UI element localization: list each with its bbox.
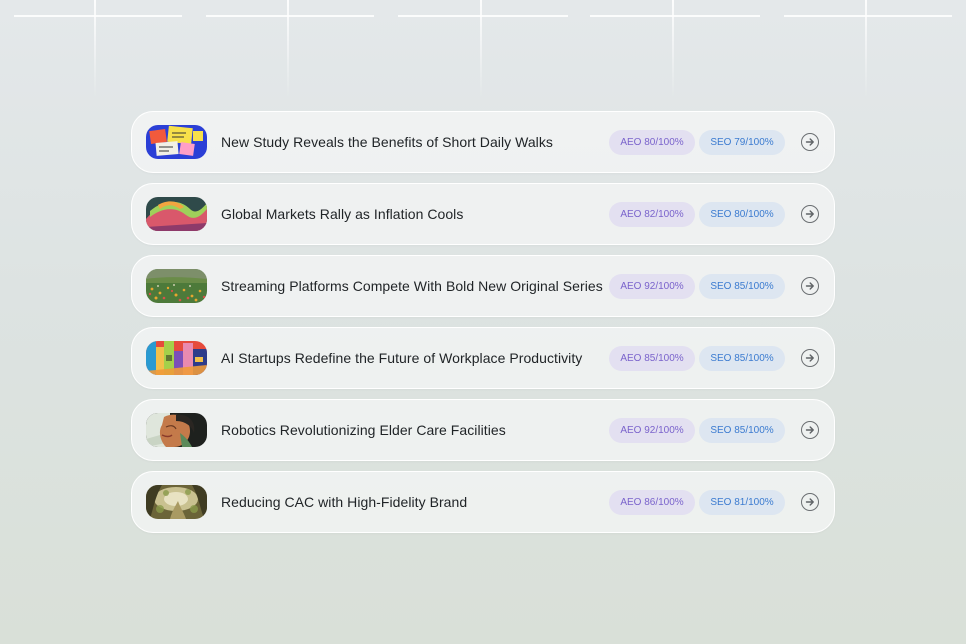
seo-score-badge: SEO 85/100% <box>699 273 785 299</box>
grid-divider <box>480 0 482 98</box>
arrow-right-icon[interactable] <box>801 421 819 439</box>
article-row[interactable]: AI Startups Redefine the Future of Workp… <box>131 327 835 389</box>
sticky-notes-thumbnail <box>146 125 207 159</box>
colorful-ribbon-thumbnail <box>146 197 207 231</box>
aeo-score-badge: AEO 86/100% <box>609 489 695 515</box>
grid-divider <box>672 0 674 98</box>
seo-score-badge: SEO 81/100% <box>699 489 785 515</box>
article-title: New Study Reveals the Benefits of Short … <box>221 134 553 150</box>
flower-field-thumbnail <box>146 269 207 303</box>
article-row[interactable]: Global Markets Rally as Inflation Cools … <box>131 183 835 245</box>
grid-divider <box>14 15 182 17</box>
article-row[interactable]: Reducing CAC with High-Fidelity Brand AE… <box>131 471 835 533</box>
aeo-score-badge: AEO 92/100% <box>609 273 695 299</box>
grid-divider <box>398 15 568 17</box>
forest-path-thumbnail <box>146 485 207 519</box>
grid-divider <box>865 0 867 98</box>
portrait-thumbnail <box>146 413 207 447</box>
aeo-score-badge: AEO 80/100% <box>609 129 695 155</box>
arrow-right-icon[interactable] <box>801 277 819 295</box>
arrow-right-icon[interactable] <box>801 493 819 511</box>
abstract-buildings-thumbnail <box>146 341 207 375</box>
seo-score-badge: SEO 85/100% <box>699 345 785 371</box>
arrow-right-icon[interactable] <box>801 349 819 367</box>
article-title: Reducing CAC with High-Fidelity Brand <box>221 494 468 510</box>
aeo-score-badge: AEO 92/100% <box>609 417 695 443</box>
grid-divider <box>287 0 289 98</box>
article-title: Streaming Platforms Compete With Bold Ne… <box>221 278 603 294</box>
seo-score-badge: SEO 80/100% <box>699 201 785 227</box>
article-title: AI Startups Redefine the Future of Workp… <box>221 350 583 366</box>
grid-divider <box>206 15 374 17</box>
arrow-right-icon[interactable] <box>801 133 819 151</box>
aeo-score-badge: AEO 82/100% <box>609 201 695 227</box>
grid-divider <box>784 15 952 17</box>
aeo-score-badge: AEO 85/100% <box>609 345 695 371</box>
article-title: Global Markets Rally as Inflation Cools <box>221 206 464 222</box>
seo-score-badge: SEO 79/100% <box>699 129 785 155</box>
article-title: Robotics Revolutionizing Elder Care Faci… <box>221 422 506 438</box>
grid-divider <box>94 0 96 98</box>
article-row[interactable]: Streaming Platforms Compete With Bold Ne… <box>131 255 835 317</box>
article-row[interactable]: New Study Reveals the Benefits of Short … <box>131 111 835 173</box>
article-row[interactable]: Robotics Revolutionizing Elder Care Faci… <box>131 399 835 461</box>
article-list: New Study Reveals the Benefits of Short … <box>131 111 835 533</box>
seo-score-badge: SEO 85/100% <box>699 417 785 443</box>
arrow-right-icon[interactable] <box>801 205 819 223</box>
grid-divider <box>590 15 760 17</box>
